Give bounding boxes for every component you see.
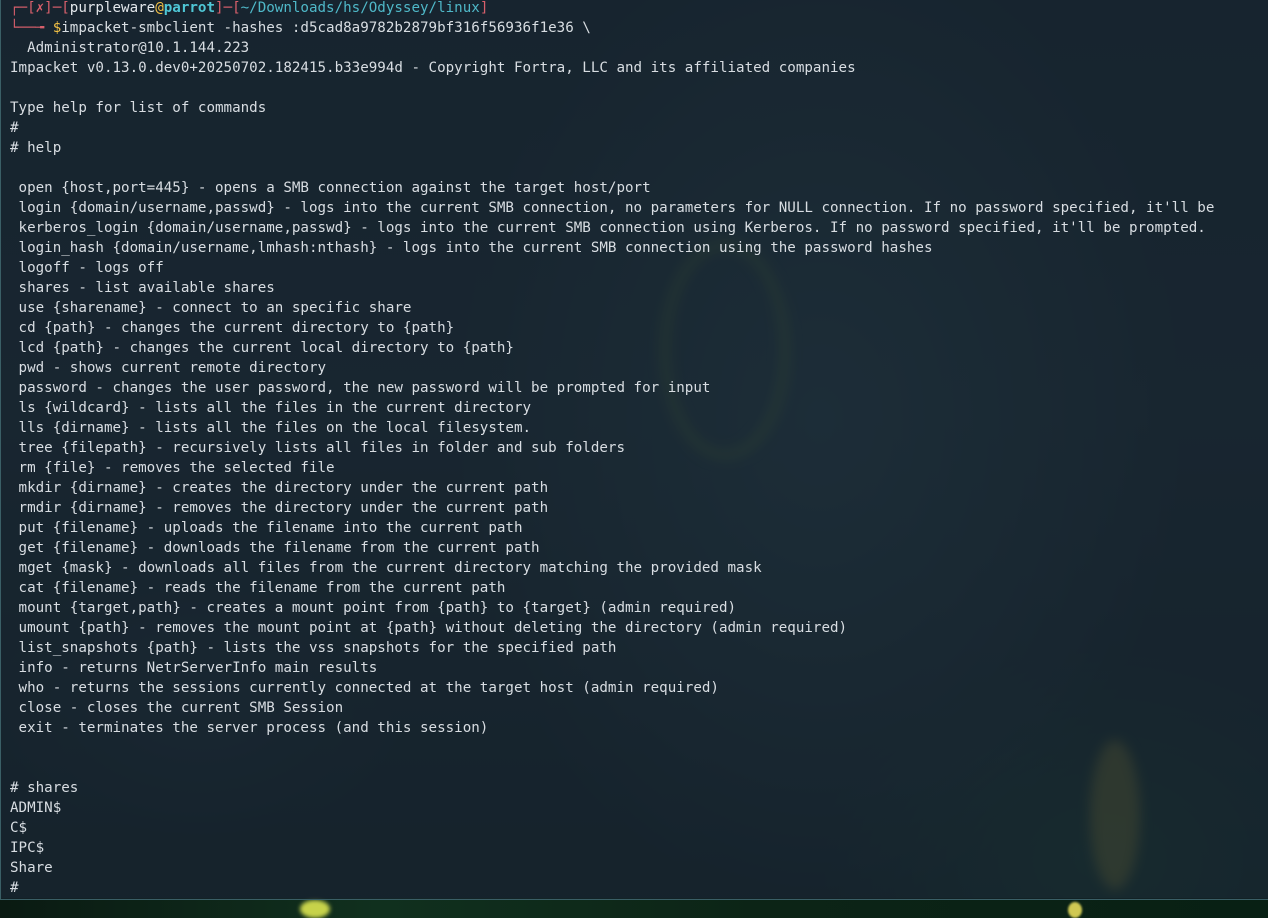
smb-prompt-help: # help — [10, 140, 62, 156]
share-item: IPC$ — [10, 840, 45, 856]
help-line: mkdir {dirname} - creates the directory … — [10, 480, 549, 496]
help-line: umount {path} - removes the mount point … — [10, 620, 848, 636]
terminal-window[interactable]: ┌─[✗]─[purpleware@parrot]─[~/Downloads/h… — [0, 0, 1268, 900]
help-line: logoff - logs off — [10, 260, 164, 276]
help-line: shares - list available shares — [10, 280, 275, 296]
help-line: password - changes the user password, th… — [10, 380, 711, 396]
smb-prompt-shares: # shares — [10, 780, 79, 796]
wallpaper-glow — [1068, 902, 1082, 918]
help-line: mget {mask} - downloads all files from t… — [10, 560, 762, 576]
smb-prompt-final[interactable]: # — [10, 878, 19, 898]
command-text: impacket-smbclient -hashes :d5cad8a9782b… — [61, 20, 591, 36]
help-line: ls {wildcard} - lists all the files in t… — [10, 400, 532, 416]
type-help-hint: Type help for list of commands — [10, 100, 267, 116]
share-item: Share — [10, 860, 53, 876]
help-line: cd {path} - changes the current director… — [10, 320, 455, 336]
help-line: open {host,port=445} - opens a SMB conne… — [10, 180, 651, 196]
prompt-host: parrot — [163, 0, 216, 16]
help-line: login {domain/username,passwd} - logs in… — [10, 200, 1215, 216]
command-continuation: Administrator@10.1.144.223 — [10, 40, 250, 56]
help-line: lls {dirname} - lists all the files on t… — [10, 420, 532, 436]
prompt-at: @ — [155, 0, 164, 16]
prompt-status-mark: ✗ — [35, 0, 45, 16]
prompt-bracket: ┌─[ — [10, 0, 36, 16]
help-line: rm {file} - removes the selected file — [10, 460, 335, 476]
prompt-second-prefix: └──╼ — [10, 20, 53, 36]
help-line: close - closes the current SMB Session — [10, 700, 344, 716]
share-item: ADMIN$ — [10, 800, 62, 816]
command-line: └──╼ $impacket-smbclient -hashes :d5cad8… — [10, 18, 591, 38]
help-line: rmdir {dirname} - removes the directory … — [10, 500, 549, 516]
prompt-bracket: ] — [479, 0, 489, 16]
help-line: pwd - shows current remote directory — [10, 360, 327, 376]
prompt-bracket: ]─[ — [44, 0, 70, 16]
impacket-banner: Impacket v0.13.0.dev0+20250702.182415.b3… — [10, 60, 856, 76]
prompt-cwd: ~/Downloads/hs/Odyssey/linux — [240, 0, 480, 16]
share-item: C$ — [10, 820, 28, 836]
help-line: get {filename} - downloads the filename … — [10, 540, 540, 556]
wallpaper-glow — [300, 900, 330, 918]
help-line: exit - terminates the server process (an… — [10, 720, 489, 736]
help-line: list_snapshots {path} - lists the vss sn… — [10, 640, 617, 656]
prompt-user: purpleware — [69, 0, 156, 16]
prompt-bracket: ]─[ — [215, 0, 241, 16]
help-line: info - returns NetrServerInfo main resul… — [10, 660, 378, 676]
help-line: put {filename} - uploads the filename in… — [10, 520, 523, 536]
help-line: login_hash {domain/username,lmhash:nthas… — [10, 240, 933, 256]
prompt-line: ┌─[✗]─[purpleware@parrot]─[~/Downloads/h… — [10, 0, 488, 18]
help-line: tree {filepath} - recursively lists all … — [10, 440, 625, 456]
help-line: use {sharename} - connect to an specific… — [10, 300, 412, 316]
help-line: mount {target,path} - creates a mount po… — [10, 600, 737, 616]
smb-prompt: # — [10, 120, 19, 136]
prompt-dollar: $ — [52, 20, 62, 36]
help-line: lcd {path} - changes the current local d… — [10, 340, 514, 356]
help-line: kerberos_login {domain/username,passwd} … — [10, 220, 1206, 236]
help-line: cat {filename} - reads the filename from… — [10, 580, 506, 596]
help-line: who - returns the sessions currently con… — [10, 680, 719, 696]
